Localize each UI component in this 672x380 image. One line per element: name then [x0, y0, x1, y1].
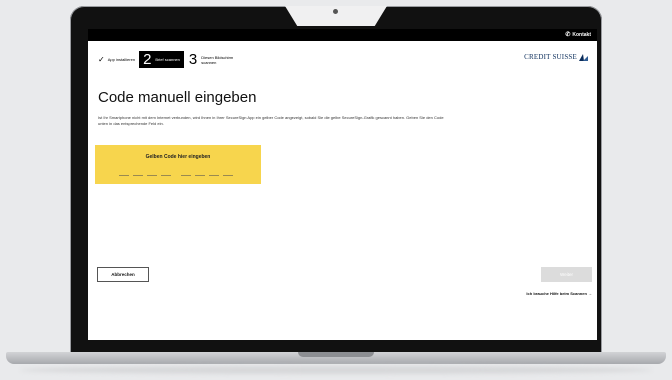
- step-brief-scannen: 2 Brief scannen: [139, 51, 184, 68]
- step-number: 2: [143, 51, 152, 68]
- logo-text: CREDIT SUISSE: [524, 53, 577, 61]
- step-app-installieren: ✓ App installieren: [98, 51, 135, 68]
- app-screen: ✆ Kontakt ✓ App installieren 2 Brief sca…: [88, 29, 597, 340]
- checkmark-icon: ✓: [98, 55, 105, 64]
- camera-icon: [333, 9, 338, 14]
- page-description: Ist Ihr Smartphone nicht mit dem Interne…: [98, 115, 444, 126]
- code-segment[interactable]: [147, 175, 157, 176]
- next-button[interactable]: Weiter: [541, 267, 592, 282]
- cancel-button[interactable]: Abbrechen: [97, 267, 149, 282]
- step-label: App installieren: [107, 57, 136, 62]
- step-bildschirm-scannen: 3 Diesen Bildschirm scannen: [184, 51, 235, 68]
- step-label: Diesen Bildschirm scannen: [201, 54, 234, 65]
- laptop-base-notch: [298, 352, 374, 357]
- progress-steps: ✓ App installieren 2 Brief scannen 3 Die…: [98, 51, 235, 68]
- code-segment[interactable]: [181, 175, 191, 176]
- top-bar: ✆ Kontakt: [88, 29, 597, 41]
- code-segment[interactable]: [119, 175, 129, 176]
- code-segment[interactable]: [133, 175, 143, 176]
- help-scanning-link[interactable]: Ich brauche Hilfe beim Scannen →: [526, 291, 592, 296]
- contact-link[interactable]: ✆ Kontakt: [565, 31, 591, 39]
- step-number: 3: [188, 51, 198, 68]
- code-segment[interactable]: [161, 175, 171, 176]
- phone-icon: ✆: [565, 32, 571, 38]
- code-segment[interactable]: [223, 175, 233, 176]
- laptop-shadow: [20, 366, 652, 374]
- page-title: Code manuell eingeben: [98, 89, 257, 106]
- code-segment[interactable]: [195, 175, 205, 176]
- sails-logo-icon: [579, 54, 588, 61]
- code-segment[interactable]: [209, 175, 219, 176]
- code-input-label: Gelben Code hier eingeben: [145, 154, 211, 160]
- step-label: Brief scannen: [155, 57, 180, 62]
- yellow-code-input[interactable]: Gelben Code hier eingeben: [95, 145, 261, 184]
- credit-suisse-logo: CREDIT SUISSE: [524, 53, 589, 62]
- contact-label: Kontakt: [572, 31, 591, 38]
